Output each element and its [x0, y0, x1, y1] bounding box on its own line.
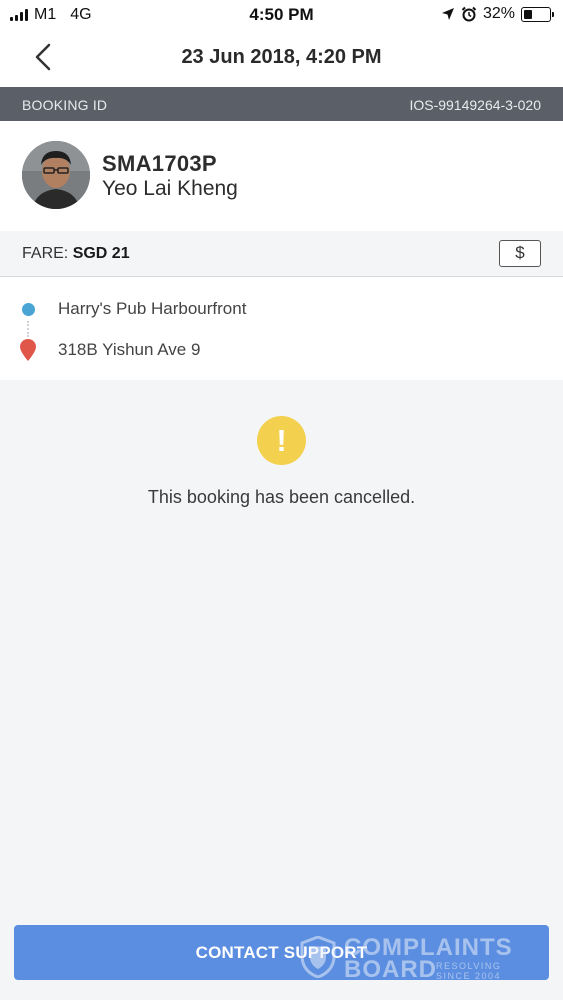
map-pin-icon: [20, 339, 36, 361]
warning-icon: !: [257, 416, 306, 465]
fare-row: FARE: SGD 21 $: [0, 231, 563, 277]
alarm-icon: [461, 6, 477, 22]
battery-icon: [521, 6, 554, 22]
booking-id-value: IOS-99149264-3-020: [409, 97, 541, 113]
location-arrow-icon: [441, 8, 454, 20]
battery-fill: [524, 9, 532, 19]
vehicle-plate: SMA1703P: [102, 151, 217, 176]
fare-amount: SGD 21: [72, 245, 130, 262]
driver-card: SMA1703P Yeo Lai Kheng: [0, 121, 563, 231]
status-bar: M1 4G 4:50 PM 32%: [0, 0, 563, 30]
pickup-dot-icon: [22, 303, 35, 316]
booking-id-label: BOOKING ID: [22, 97, 108, 113]
route-connector: [27, 321, 29, 337]
booking-id-bar: BOOKING ID IOS-99149264-3-020: [0, 87, 563, 121]
fare-label: FARE:: [22, 245, 69, 262]
route-card: Harry's Pub Harbourfront 318B Yishun Ave…: [0, 277, 563, 380]
status-right: 32%: [441, 5, 554, 23]
page-title: 23 Jun 2018, 4:20 PM: [181, 46, 382, 68]
contact-support-button[interactable]: CONTACT SUPPORT: [14, 925, 549, 980]
cancelled-message: This booking has been cancelled.: [147, 487, 416, 507]
fare-details-button[interactable]: $: [499, 240, 541, 267]
driver-name: Yeo Lai Kheng: [102, 177, 238, 200]
dropoff-address: 318B Yishun Ave 9: [58, 340, 201, 359]
nav-bar: 23 Jun 2018, 4:20 PM: [0, 30, 563, 87]
battery-percent: 32%: [482, 5, 515, 22]
avatar: [22, 141, 90, 209]
fare-text: FARE: SGD 21: [22, 245, 130, 263]
pickup-address: Harry's Pub Harbourfront: [58, 299, 247, 318]
